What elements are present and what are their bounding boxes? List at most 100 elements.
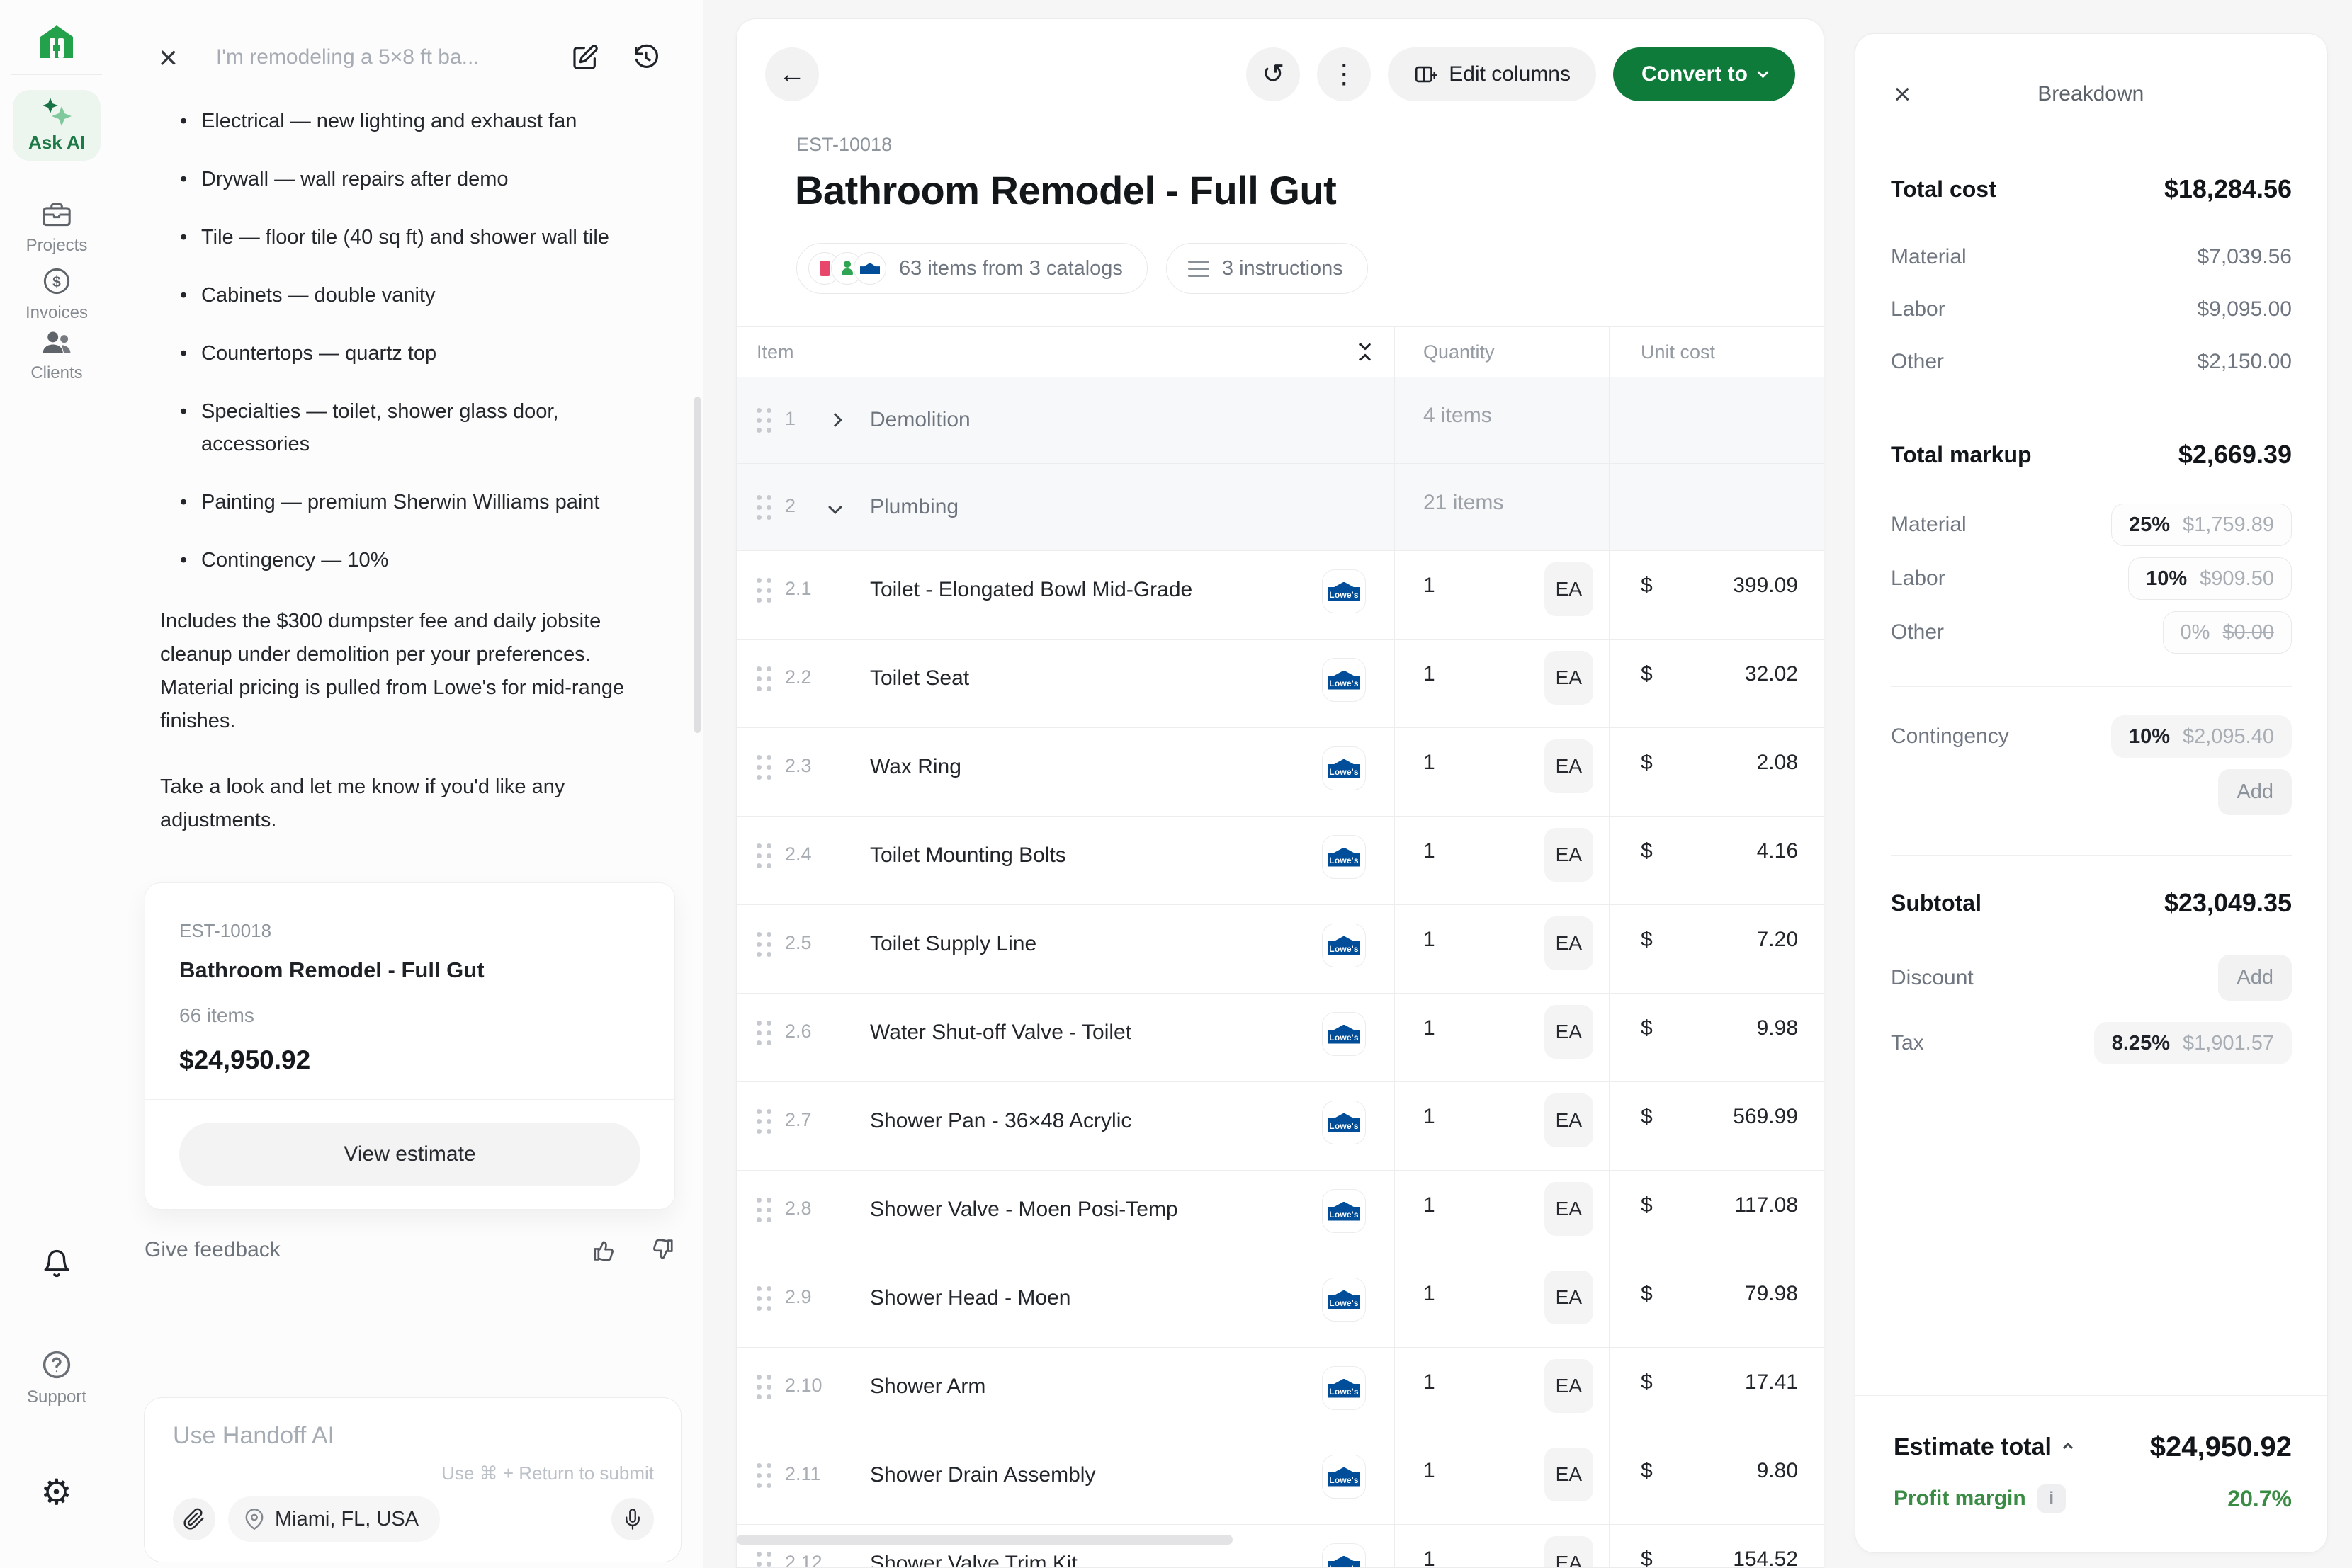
unit-select[interactable]: EA: [1544, 1005, 1593, 1059]
contingency-pill[interactable]: 10% $2,095.40: [2111, 715, 2292, 758]
unit-select[interactable]: EA: [1544, 1536, 1593, 1568]
quantity-cell[interactable]: 1 EA: [1394, 1348, 1609, 1436]
quantity-value[interactable]: 1: [1423, 1547, 1435, 1568]
unit-cost-value[interactable]: 79.98: [1745, 1282, 1798, 1306]
sidebar-item-support[interactable]: Support: [0, 1349, 113, 1407]
drag-handle-icon[interactable]: [757, 578, 772, 603]
add-button[interactable]: Add: [2218, 769, 2292, 815]
unit-cost-value[interactable]: 569.99: [1733, 1105, 1798, 1129]
unit-cost-cell[interactable]: $9.80: [1609, 1436, 1824, 1524]
unit-cost-value[interactable]: 9.80: [1757, 1459, 1798, 1483]
table-row[interactable]: 2.4Toilet Mounting BoltsLowe's1EA$4.16: [737, 816, 1824, 904]
sidebar-item-projects[interactable]: Projects: [0, 200, 113, 256]
unit-cost-cell[interactable]: $32.02: [1609, 640, 1824, 727]
unit-select[interactable]: EA: [1544, 1359, 1593, 1413]
quantity-value[interactable]: 1: [1423, 1016, 1435, 1040]
thumbs-down-icon[interactable]: [648, 1237, 675, 1263]
notifications-bell-icon[interactable]: [42, 1248, 72, 1279]
unit-cost-cell[interactable]: $117.08: [1609, 1171, 1824, 1259]
markup-pill[interactable]: 0%$0.00: [2163, 611, 2292, 654]
drag-handle-icon[interactable]: [757, 755, 772, 780]
drag-handle-icon[interactable]: [757, 408, 772, 433]
new-chat-icon[interactable]: [571, 43, 599, 72]
tax-pill[interactable]: 8.25% $1,901.57: [2094, 1022, 2292, 1064]
table-row[interactable]: 2.1Toilet - Elongated Bowl Mid-GradeLowe…: [737, 550, 1824, 639]
section-row[interactable]: 2Plumbing21 items: [737, 463, 1824, 550]
sidebar-item-clients[interactable]: Clients: [0, 328, 113, 383]
quantity-cell[interactable]: 1EA: [1394, 640, 1609, 727]
handoff-logo-icon[interactable]: [36, 21, 77, 62]
view-estimate-button[interactable]: View estimate: [179, 1123, 640, 1186]
quantity-value[interactable]: 1: [1423, 1459, 1435, 1483]
quantity-value[interactable]: 1: [1423, 751, 1435, 775]
table-row[interactable]: 2.9Shower Head - MoenLowe's1EA$79.98: [737, 1259, 1824, 1347]
unit-select[interactable]: EA: [1544, 1271, 1593, 1324]
unit-cost-value[interactable]: 117.08: [1734, 1193, 1798, 1217]
chat-input-card[interactable]: Use Handoff AI Use ⌘ + Return to submit …: [144, 1397, 682, 1562]
thumbs-up-icon[interactable]: [592, 1237, 618, 1263]
section-row[interactable]: 1Demolition4 items: [737, 377, 1824, 463]
drag-handle-icon[interactable]: [757, 1552, 772, 1568]
unit-select[interactable]: EA: [1544, 739, 1593, 793]
quantity-cell[interactable]: 1 EA: [1394, 1259, 1609, 1347]
chevron-down-icon[interactable]: [830, 491, 870, 518]
estimate-total-toggle[interactable]: Estimate total: [1894, 1433, 2071, 1461]
unit-cost-cell[interactable]: $79.98: [1609, 1259, 1824, 1347]
chat-close-icon[interactable]: ×: [159, 41, 178, 74]
quantity-value[interactable]: 1: [1423, 839, 1435, 863]
unit-cost-value[interactable]: 4.16: [1757, 839, 1798, 863]
unit-cost-value[interactable]: 2.08: [1757, 751, 1798, 775]
quantity-value[interactable]: 1: [1423, 1193, 1435, 1217]
location-selector[interactable]: Miami, FL, USA: [228, 1496, 440, 1542]
add-button[interactable]: Add: [2218, 955, 2292, 1001]
quantity-cell[interactable]: 1 EA: [1394, 728, 1609, 816]
quantity-value[interactable]: 1: [1423, 928, 1435, 952]
quantity-cell[interactable]: 1EA: [1394, 1171, 1609, 1259]
table-row[interactable]: 2.11Shower Drain AssemblyLowe's1EA$9.80: [737, 1436, 1824, 1524]
table-row[interactable]: 2.8Shower Valve - Moen Posi-TempLowe's1E…: [737, 1170, 1824, 1259]
edit-columns-button[interactable]: Edit columns: [1388, 47, 1596, 101]
catalogs-chip[interactable]: 63 items from 3 catalogs: [796, 243, 1148, 294]
quantity-value[interactable]: 1: [1423, 1105, 1435, 1129]
drag-handle-icon[interactable]: [757, 1109, 772, 1135]
unit-cost-cell[interactable]: $4.16: [1609, 817, 1824, 904]
unit-cost-cell[interactable]: $17.41: [1609, 1348, 1824, 1436]
drag-handle-icon[interactable]: [757, 1198, 772, 1223]
back-button[interactable]: ←: [765, 47, 819, 101]
attach-file-button[interactable]: [173, 1498, 215, 1540]
quantity-cell[interactable]: 1 EA: [1394, 817, 1609, 904]
quantity-value[interactable]: 1: [1423, 1282, 1435, 1306]
unit-cost-value[interactable]: 9.98: [1757, 1016, 1798, 1040]
drag-handle-icon[interactable]: [757, 932, 772, 958]
unit-cost-cell[interactable]: $7.20: [1609, 905, 1824, 993]
unit-cost-cell[interactable]: $9.98: [1609, 994, 1824, 1081]
chat-scrollbar[interactable]: [694, 397, 701, 733]
drag-handle-icon[interactable]: [757, 843, 772, 869]
markup-pill[interactable]: 25%$1,759.89: [2111, 504, 2292, 546]
table-row[interactable]: 2.10Shower ArmLowe's1EA$17.41: [737, 1347, 1824, 1436]
unit-cost-value[interactable]: 32.02: [1745, 662, 1798, 686]
table-row[interactable]: 2.5Toilet Supply LineLowe's1EA$7.20: [737, 904, 1824, 993]
unit-cost-cell[interactable]: $399.09: [1609, 551, 1824, 639]
quantity-cell[interactable]: 1 EA: [1394, 994, 1609, 1081]
horizontal-scrollbar[interactable]: [737, 1535, 1233, 1545]
quantity-value[interactable]: 1: [1423, 1370, 1435, 1394]
unit-cost-value[interactable]: 399.09: [1733, 574, 1798, 598]
unit-select[interactable]: EA: [1544, 562, 1593, 616]
quantity-cell[interactable]: 1EA: [1394, 1436, 1609, 1524]
undo-button[interactable]: ↺: [1246, 47, 1300, 101]
chat-history-icon[interactable]: [632, 43, 660, 72]
table-row[interactable]: 2.6Water Shut-off Valve - ToiletLowe's1E…: [737, 993, 1824, 1081]
sidebar-item-ask-ai[interactable]: Ask AI: [13, 90, 101, 161]
unit-cost-value[interactable]: 17.41: [1745, 1370, 1798, 1394]
quantity-cell[interactable]: 1 EA: [1394, 1525, 1609, 1568]
unit-select[interactable]: EA: [1544, 651, 1593, 705]
more-options-button[interactable]: ⋮: [1317, 47, 1371, 101]
quantity-cell[interactable]: 1EA: [1394, 1082, 1609, 1170]
settings-gear-icon[interactable]: ⚙: [40, 1475, 72, 1510]
unit-cost-value[interactable]: 154.52: [1733, 1547, 1798, 1568]
unit-select[interactable]: EA: [1544, 828, 1593, 882]
unit-cost-value[interactable]: 7.20: [1757, 928, 1798, 952]
drag-handle-icon[interactable]: [757, 495, 772, 521]
chat-input-placeholder[interactable]: Use Handoff AI: [173, 1422, 654, 1450]
